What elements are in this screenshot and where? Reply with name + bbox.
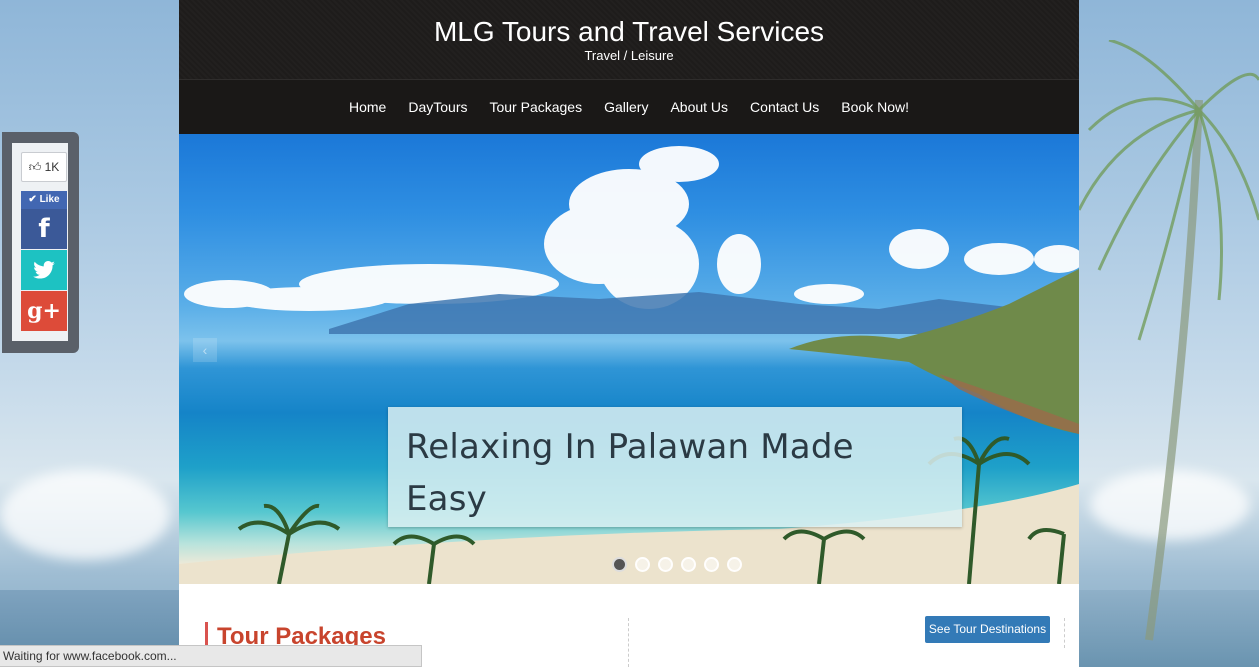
like-count-box: 👍︎ 1K bbox=[21, 152, 67, 182]
nav-item-daytours[interactable]: DayTours bbox=[397, 99, 478, 115]
slider-dot[interactable] bbox=[635, 557, 650, 572]
twitter-share-button[interactable] bbox=[21, 250, 67, 290]
like-label: Like bbox=[39, 194, 60, 205]
facebook-icon: f bbox=[38, 214, 50, 244]
site-title[interactable]: MLG Tours and Travel Services bbox=[179, 16, 1079, 48]
slider-dot[interactable] bbox=[658, 557, 673, 572]
main-nav: Home DayTours Tour Packages Gallery Abou… bbox=[179, 80, 1079, 134]
background-cloud bbox=[0, 470, 170, 560]
slider-dot[interactable] bbox=[704, 557, 719, 572]
slider-prev-button[interactable]: ‹ bbox=[193, 338, 217, 362]
googleplus-share-button[interactable]: g+ bbox=[21, 291, 67, 331]
social-share-panel: 👍︎ 1K ✔ Like f g+ bbox=[12, 143, 68, 341]
slider-dot[interactable] bbox=[727, 557, 742, 572]
column-divider bbox=[1064, 618, 1065, 648]
facebook-like-button[interactable]: ✔ Like bbox=[21, 191, 67, 209]
slide-caption: Relaxing In Palawan Made Easy bbox=[388, 407, 962, 527]
nav-item-gallery[interactable]: Gallery bbox=[593, 99, 659, 115]
nav-item-tour-packages[interactable]: Tour Packages bbox=[478, 99, 593, 115]
social-share-widget: 👍︎ 1K ✔ Like f g+ bbox=[2, 132, 79, 353]
browser-status-bar: Waiting for www.facebook.com... bbox=[0, 645, 422, 667]
site-tagline: Travel / Leisure bbox=[584, 48, 674, 63]
nav-item-contact-us[interactable]: Contact Us bbox=[739, 99, 830, 115]
nav-item-home[interactable]: Home bbox=[338, 99, 397, 115]
nav-item-book-now[interactable]: Book Now! bbox=[830, 99, 920, 115]
slider-pagination bbox=[612, 557, 742, 572]
hero-slider[interactable]: ‹ Relaxing In Palawan Made Easy bbox=[179, 134, 1079, 584]
facebook-share-button[interactable]: f bbox=[21, 209, 67, 249]
slider-dot[interactable] bbox=[681, 557, 696, 572]
site-header: MLG Tours and Travel Services Travel / L… bbox=[179, 0, 1079, 80]
background-palm-tree bbox=[1079, 40, 1259, 641]
chevron-left-icon: ‹ bbox=[202, 342, 208, 358]
check-icon: ✔ bbox=[28, 194, 37, 205]
twitter-icon bbox=[33, 261, 55, 279]
see-tour-destinations-button[interactable]: See Tour Destinations bbox=[925, 616, 1050, 643]
column-divider bbox=[628, 618, 629, 667]
nav-item-about-us[interactable]: About Us bbox=[659, 99, 739, 115]
googleplus-icon: g+ bbox=[27, 298, 61, 324]
site-container: MLG Tours and Travel Services Travel / L… bbox=[179, 0, 1079, 667]
like-count: 1K bbox=[44, 160, 60, 174]
slide-caption-text: Relaxing In Palawan Made Easy bbox=[406, 427, 854, 519]
thumbs-up-icon: 👍︎ bbox=[28, 160, 42, 174]
slider-dot[interactable] bbox=[612, 557, 627, 572]
